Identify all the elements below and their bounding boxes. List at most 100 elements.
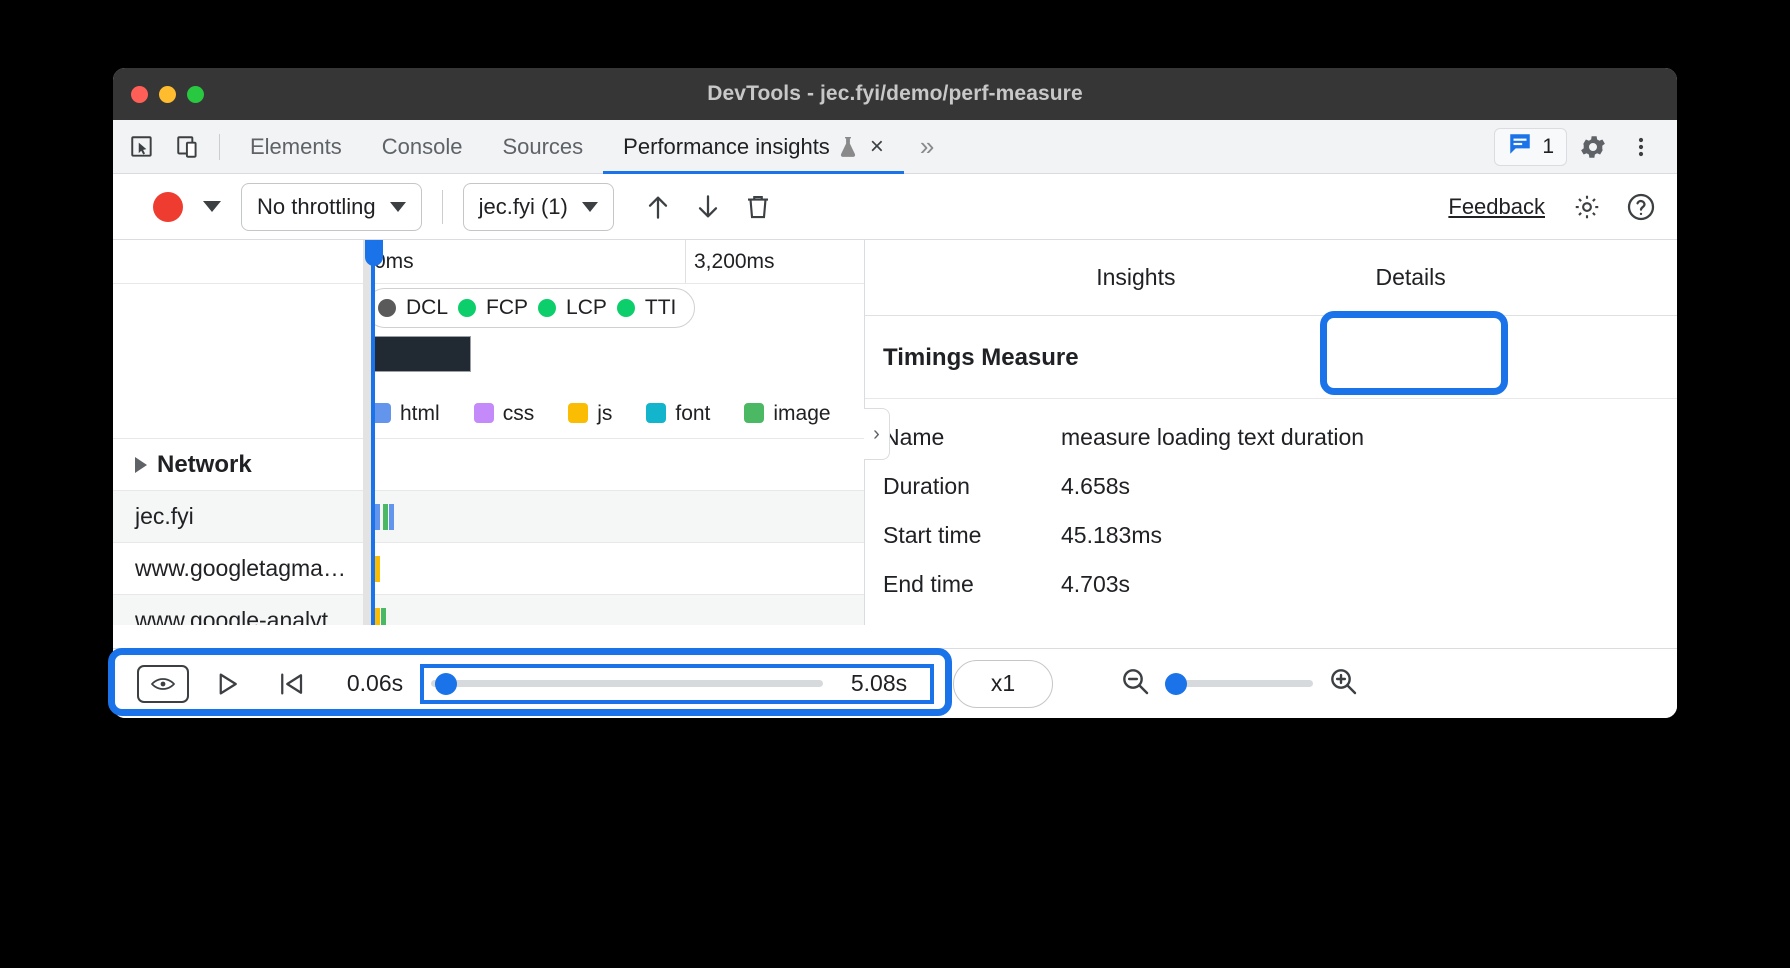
dcl-marker-label: DCL	[406, 296, 448, 320]
play-icon[interactable]	[199, 662, 255, 706]
request-bar-image[interactable]	[383, 504, 388, 530]
legend-label-html: html	[400, 402, 440, 425]
fcp-marker-label: FCP	[486, 296, 528, 320]
legend-label-js: js	[597, 402, 612, 425]
tab-elements[interactable]: Elements	[230, 120, 362, 174]
close-icon[interactable]: ×	[870, 135, 884, 159]
issues-count: 1	[1542, 135, 1554, 159]
toolbar-right-controls: Feedback	[1448, 187, 1663, 227]
request-bar-image-2[interactable]	[381, 608, 386, 625]
zoom-slider-knob[interactable]	[1165, 673, 1187, 695]
download-profile-icon[interactable]	[686, 187, 730, 227]
network-type-legend: html css js font image	[371, 396, 831, 432]
request-bar-js-2[interactable]	[375, 608, 380, 625]
tab-sources-label: Sources	[502, 134, 583, 160]
target-select[interactable]: jec.fyi (1)	[463, 183, 614, 231]
legend-item-css: css	[474, 402, 535, 426]
legend-swatch-css	[474, 403, 494, 423]
track-area-request-1[interactable]	[363, 491, 864, 542]
detail-value-name: measure loading text duration	[1061, 424, 1364, 451]
window-end-time: 5.08s	[831, 670, 927, 697]
dcl-marker-dot	[378, 299, 396, 317]
legend-swatch-js	[568, 403, 588, 423]
tab-sources[interactable]: Sources	[482, 120, 603, 174]
request-bar-html[interactable]	[375, 504, 380, 530]
track-row-request-1[interactable]: jec.fyi	[113, 490, 864, 542]
details-pane-tabs: Insights Details	[865, 240, 1677, 316]
filmstrip-thumbnail[interactable]	[371, 336, 471, 372]
throttling-select[interactable]: No throttling	[241, 183, 422, 231]
zoom-out-icon[interactable]	[1119, 665, 1151, 702]
tab-performance-insights[interactable]: Performance insights ×	[603, 120, 904, 174]
lcp-marker-dot	[538, 299, 556, 317]
track-area-network[interactable]	[363, 439, 864, 490]
detail-value-duration: 4.658s	[1061, 473, 1130, 500]
tab-details-label: Details	[1375, 264, 1445, 291]
jump-to-start-icon[interactable]	[263, 662, 319, 706]
request-bar-html-2[interactable]	[389, 504, 394, 530]
clear-recording-icon[interactable]	[736, 187, 780, 227]
request-label-3: www.google-analyt…	[113, 607, 363, 625]
tab-console[interactable]: Console	[362, 120, 483, 174]
legend-item-js: js	[568, 402, 612, 426]
filmstrip-toggle-icon[interactable]	[135, 662, 191, 706]
track-row-network[interactable]: Network	[113, 438, 864, 490]
throttling-value: No throttling	[257, 194, 376, 220]
capture-settings-gear-icon[interactable]	[1565, 187, 1609, 227]
devtools-tabbar: Elements Console Sources Performance ins…	[113, 120, 1677, 174]
zoom-level-badge[interactable]: x1	[953, 660, 1053, 708]
inspect-element-icon[interactable]	[125, 132, 159, 162]
detail-key-name: Name	[883, 424, 1061, 451]
playhead-handle[interactable]	[365, 240, 383, 266]
legend-swatch-font	[646, 403, 666, 423]
timeline-pane[interactable]: 0ms 3,200ms DCL FCP LCP TTI	[113, 240, 865, 625]
track-row-request-2[interactable]: www.googletagma…	[113, 542, 864, 594]
detail-row-duration: Duration 4.658s	[883, 462, 1677, 511]
chevron-down-icon	[390, 202, 406, 212]
tab-insights[interactable]: Insights	[1086, 240, 1185, 316]
timeline-ruler[interactable]: 0ms 3,200ms	[113, 240, 864, 284]
legend-label-css: css	[503, 402, 535, 425]
tab-console-label: Console	[382, 134, 463, 160]
timeline-playhead[interactable]	[371, 240, 375, 625]
legend-item-html: html	[371, 402, 440, 426]
details-heading: Timings Measure	[865, 316, 1677, 399]
device-toolbar-icon[interactable]	[171, 132, 205, 162]
ruler-tick-1: 3,200ms	[685, 240, 865, 283]
detail-value-end-time: 4.703s	[1061, 571, 1130, 598]
target-value: jec.fyi (1)	[479, 194, 568, 220]
issues-counter-button[interactable]: 1	[1494, 128, 1567, 166]
flask-icon	[838, 135, 858, 159]
track-area-request-3[interactable]	[363, 595, 864, 625]
upload-profile-icon[interactable]	[636, 187, 680, 227]
legend-label-font: font	[675, 402, 710, 425]
window-titlebar: DevTools - jec.fyi/demo/perf-measure	[113, 68, 1677, 120]
time-range-slider[interactable]	[431, 671, 823, 697]
page-markers[interactable]: DCL FCP LCP TTI	[365, 288, 695, 328]
three-dot-menu-icon[interactable]	[1619, 127, 1663, 167]
sidebar-collapse-toggle[interactable]: ›	[864, 408, 890, 460]
detail-key-start-time: Start time	[883, 522, 1061, 549]
time-range-knob[interactable]	[435, 673, 457, 695]
zoom-slider[interactable]	[1165, 672, 1313, 696]
fcp-marker-dot	[458, 299, 476, 317]
performance-toolbar: No throttling jec.fyi (1)	[113, 174, 1677, 240]
request-bar-js[interactable]	[375, 556, 380, 582]
main-body: 0ms 3,200ms DCL FCP LCP TTI	[113, 240, 1677, 625]
feedback-link[interactable]: Feedback	[1448, 194, 1555, 220]
filmstrip-toggle-box	[137, 665, 189, 703]
track-row-request-3[interactable]: www.google-analyt…	[113, 594, 864, 625]
zoom-in-icon[interactable]	[1327, 665, 1359, 702]
chevron-right-icon[interactable]	[135, 457, 147, 473]
track-area-request-2[interactable]	[363, 543, 864, 594]
record-button[interactable]	[153, 192, 183, 222]
record-options-caret[interactable]	[189, 201, 235, 212]
more-tabs-icon[interactable]: »	[904, 131, 947, 162]
tab-details[interactable]: Details	[1365, 240, 1455, 316]
track-label-network[interactable]: Network	[113, 451, 363, 479]
gear-icon[interactable]	[1571, 127, 1615, 167]
tti-marker-dot	[617, 299, 635, 317]
help-icon[interactable]	[1619, 187, 1663, 227]
detail-row-start-time: Start time 45.183ms	[883, 511, 1677, 560]
toolbar-divider	[219, 134, 220, 160]
